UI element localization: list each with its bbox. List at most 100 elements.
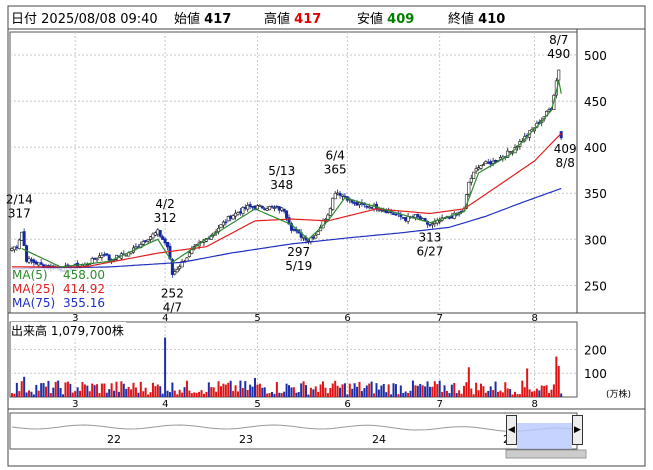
volume-bar <box>402 392 405 397</box>
volume-bar <box>314 386 317 397</box>
high-annotation-date: 6/4 <box>326 148 345 162</box>
volume-bar <box>392 383 395 397</box>
volume-bar <box>210 387 213 397</box>
volume-bar <box>421 385 424 397</box>
candle-body <box>100 255 104 258</box>
volume-bar <box>419 383 422 397</box>
price-tick-label: 250 <box>584 279 607 293</box>
candle-body <box>326 214 330 220</box>
volume-bar <box>302 381 305 397</box>
volume-bar <box>409 390 412 397</box>
volume-bar <box>273 393 276 397</box>
volume-bar <box>428 386 431 397</box>
candle-body <box>134 246 138 249</box>
volume-bar <box>472 394 475 397</box>
candle-body <box>251 206 255 208</box>
volume-bar <box>268 393 271 397</box>
volume-bar <box>76 387 79 397</box>
volume-bar <box>487 390 490 397</box>
candle-body <box>163 238 167 244</box>
volume-bar <box>499 390 502 397</box>
volume-bar <box>217 381 220 397</box>
candle-body <box>224 221 228 224</box>
volume-bar <box>185 380 188 397</box>
navigator-left-handle[interactable]: ◀ <box>506 415 517 445</box>
volume-bar <box>504 382 507 397</box>
volume-bar <box>443 385 446 397</box>
candle-body <box>280 207 284 211</box>
navigator-frame <box>9 412 578 450</box>
volume-bar <box>49 393 52 397</box>
candle-body <box>238 211 242 214</box>
volume-bar <box>356 386 359 397</box>
volume-bar <box>550 389 553 397</box>
volume-bar <box>545 385 548 397</box>
volume-bar <box>334 380 337 397</box>
volume-bar <box>290 387 293 397</box>
candle-body <box>156 229 160 235</box>
navigator-right-handle[interactable]: ▶ <box>572 415 583 445</box>
volume-panel <box>11 337 563 397</box>
volume-bar <box>256 384 259 397</box>
navigator-scrollbar <box>505 449 587 459</box>
candle-body <box>331 197 335 210</box>
candle-body <box>399 214 403 217</box>
volume-bar <box>404 391 407 397</box>
price-tick-label: 400 <box>584 141 607 155</box>
candle-body <box>158 230 162 237</box>
volume-bar <box>297 392 300 397</box>
candle-body <box>343 195 347 198</box>
header-open: 始値 417 <box>174 12 232 27</box>
volume-bar <box>363 388 366 397</box>
volume-bar <box>317 391 320 397</box>
month-tick-label: 4 <box>162 399 168 410</box>
volume-tick-label: 100 <box>584 367 607 381</box>
volume-bar <box>28 390 31 397</box>
volume-bar <box>348 383 351 397</box>
low-annotation-value: 252 <box>161 287 184 301</box>
volume-bar <box>353 383 356 397</box>
volume-bar <box>59 388 62 397</box>
volume-bar <box>183 387 186 397</box>
candle-body <box>370 207 374 209</box>
volume-bar <box>215 391 218 397</box>
volume-bar <box>462 385 465 397</box>
candle-body <box>357 202 361 205</box>
volume-bar <box>232 391 235 397</box>
volume-bar <box>511 394 514 397</box>
candle-body <box>430 223 434 226</box>
candle-body <box>508 151 512 154</box>
candle-body <box>29 259 33 262</box>
low-annotation-value: 313 <box>419 230 442 244</box>
candle-body <box>394 213 398 216</box>
volume-bar <box>501 392 504 397</box>
candle-body <box>285 210 289 219</box>
candle-body <box>469 177 473 183</box>
candle-body <box>472 171 476 179</box>
volume-bar <box>280 393 283 397</box>
volume-bar <box>390 394 393 397</box>
volume-bar <box>127 386 130 397</box>
volume-bar <box>528 389 531 397</box>
candle-body <box>481 164 485 166</box>
volume-bar <box>475 382 478 397</box>
volume-bar <box>66 381 69 397</box>
volume-bar <box>453 382 456 397</box>
volume-bar <box>164 337 167 397</box>
volume-bar <box>426 381 429 397</box>
volume-bar <box>30 391 33 397</box>
volume-bar <box>535 388 538 397</box>
volume-bar <box>244 381 247 397</box>
month-tick-label: 7 <box>437 399 443 410</box>
volume-bar <box>438 380 441 397</box>
ma75-legend: MA(75) 355.16 <box>11 296 107 310</box>
candle-body <box>479 165 483 169</box>
volume-bar <box>57 380 60 397</box>
volume-bar <box>560 393 563 397</box>
volume-bar <box>47 380 50 397</box>
volume-bar <box>261 387 264 397</box>
candle-body <box>260 205 264 209</box>
volume-bar <box>96 384 99 397</box>
high-annotation-date: 8/7 <box>549 33 568 47</box>
volume-bar <box>23 376 26 397</box>
